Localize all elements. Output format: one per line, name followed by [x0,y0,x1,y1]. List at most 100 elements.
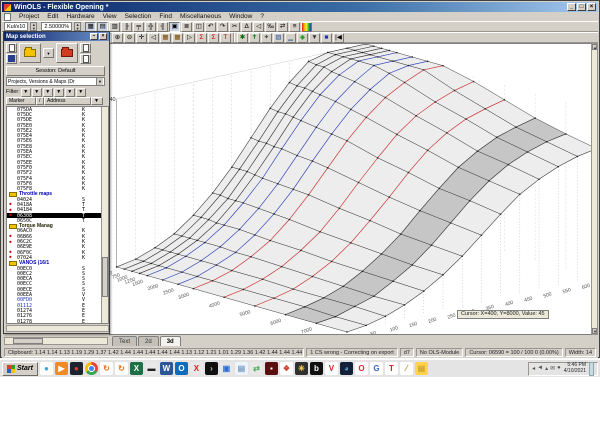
taskbar-notepad-icon[interactable]: ▤ [234,362,248,375]
list-vertical-scrollbar[interactable] [101,107,108,323]
menu-item-miscellaneous[interactable]: Miscellaneous [176,13,225,20]
taskbar-red-v-icon[interactable]: V [324,362,338,375]
view-vertical-scrollbar[interactable]: ▲ ▼ [591,43,598,335]
lock-icon[interactable]: ✦ [261,32,272,43]
start-button[interactable]: Start [2,361,38,376]
taskbar-folders-icon[interactable]: ▣ [219,362,233,375]
combo-icon[interactable]: ▼ [309,32,320,43]
filter-button-6[interactable]: ▼ [75,87,86,97]
taskbar-opera-icon[interactable]: O [354,362,368,375]
filter-button-2[interactable]: ▼ [31,87,42,97]
zoom-out-icon[interactable]: ⊖ [124,32,135,43]
column-address[interactable]: Address [44,97,91,105]
scope-dropdown[interactable]: Projects, Versions & Maps (Dr ▼ [6,77,105,86]
taskbar-terminal-icon[interactable]: › [204,362,218,375]
taskbar-media-player-icon[interactable]: ▶ [54,362,68,375]
pointer-icon[interactable]: ✛ [136,32,147,43]
menu-item-[interactable]: ? [256,13,268,20]
sigma-red-icon[interactable]: Σ [196,32,207,43]
camera2-icon[interactable]: ▦ [172,32,183,43]
taskbar-swirl-orange2-icon[interactable]: ↻ [114,362,128,375]
taskbar-sticky-notes-icon[interactable]: ▤ [414,362,428,375]
taskbar-photos-icon[interactable]: ❖ [279,362,293,375]
list-icon[interactable]: ≡ [289,21,301,32]
map-window-icon[interactable]: ▣ [169,21,181,32]
axis-right-icon[interactable]: ╢ [157,21,169,32]
panel-close-button[interactable]: × [99,33,107,40]
green-icon[interactable]: ◆ [297,32,308,43]
sigma-icon[interactable]: Σ [208,32,219,43]
percent-icon[interactable]: ‰ [265,21,277,32]
swap-icon[interactable]: ⇄ [277,21,289,32]
map-3d-view[interactable]: 1400501001502002503003504004505005506006… [109,43,594,335]
taskbar-g-circle-icon[interactable]: G [369,362,383,375]
taskbar-b-circle-icon[interactable]: b [309,362,323,375]
target-icon[interactable]: ✝ [249,32,260,43]
taskbar-drop-icon[interactable]: ● [39,362,53,375]
percent-spinner[interactable]: ▲ ▼ [74,22,82,31]
menu-item-selection[interactable]: Selection [121,13,156,20]
tray-app-icon[interactable]: ● [557,365,561,372]
taskbar-chrome-icon[interactable] [84,362,98,375]
new-project-button[interactable] [6,42,17,53]
axis-both-icon[interactable]: ╬ [145,21,157,32]
text-red-icon[interactable]: T [220,32,231,43]
multiply-icon[interactable]: ✂ [229,21,241,32]
taskbar-stapler-icon[interactable]: ▬ [144,362,158,375]
taskbar-dark-red-tool-icon[interactable]: ▪ [264,362,278,375]
columns-icon[interactable]: ◫ [193,21,205,32]
scroll-thumb[interactable] [102,257,108,297]
undo-icon[interactable]: ↶ [205,21,217,32]
compare-icon[interactable]: ◁ [253,21,265,32]
taskbar-remote-icon[interactable]: ⇄ [249,362,263,375]
tab-3d[interactable]: 3d [159,335,181,346]
taskbar-excel-icon[interactable]: X [129,362,143,375]
column-slash[interactable]: / [36,97,44,105]
factor-spinner[interactable]: ▲ ▼ [30,22,38,31]
tray-msg-icon[interactable]: ✉ [550,365,555,372]
percent-field[interactable]: 2.50000% [41,22,73,31]
tab-text[interactable]: Text [112,335,138,346]
taskbar-wrench-icon[interactable]: ⁄ [399,362,413,375]
map-list-icon[interactable]: ≣ [181,21,193,32]
taskbar-word-icon[interactable]: W [159,362,173,375]
factor-field[interactable]: Kul/x10 [4,22,29,31]
tab-2d[interactable]: 2d [138,335,159,346]
back-icon[interactable]: ◁ [148,32,159,43]
import-file-button[interactable] [56,43,78,63]
minimize-button[interactable]: _ [567,3,576,11]
column-sort-icon[interactable]: ▼ [91,97,103,105]
map-list[interactable]: 075DA K 075DC K 075DE K 075E0 K 075E2 K 075E4 K 075E… [6,106,109,324]
export-button[interactable] [80,42,91,53]
menu-item-window[interactable]: Window [225,13,256,20]
scroll-up-icon[interactable]: ▲ [592,44,597,50]
filter-button-1[interactable]: ▼ [20,87,31,97]
throttle-map-surface[interactable]: 1400501001502002503003504004505005506006… [110,44,594,335]
menu-item-hardware[interactable]: Hardware [62,13,98,20]
filter-button-4[interactable]: ▼ [53,87,64,97]
tray-net-icon[interactable]: ◂ [532,365,535,372]
taskbar-no-entry-icon[interactable]: ● [69,362,83,375]
menu-item-edit[interactable]: Edit [43,13,62,20]
panel-title-bar[interactable]: Map selection ▪ × [4,32,109,41]
chevron-down-icon[interactable]: ▼ [96,78,103,85]
delete-button[interactable] [80,53,91,64]
menu-item-view[interactable]: View [99,13,121,20]
panel-scrollbar[interactable] [4,336,108,345]
keys-icon[interactable]: ✱ [237,32,248,43]
panel-horizontal-scrollbar[interactable] [6,325,109,332]
scroll-down-icon[interactable]: ▼ [592,328,597,334]
delta-icon[interactable]: Δ [241,21,253,32]
camera-icon[interactable]: ▦ [160,32,171,43]
save-project-button[interactable] [6,53,17,64]
play-icon[interactable]: ▷ [184,32,195,43]
menu-item-find[interactable]: Find [155,13,176,20]
taskbar-outlook-icon[interactable]: O [174,362,188,375]
folder-blue-icon[interactable]: ▨ [273,32,284,43]
axis-top-icon[interactable]: ╤ [133,21,145,32]
zoom-in-icon[interactable]: ⊕ [112,32,123,43]
taskbar-gallery-icon[interactable]: ✳ [294,362,308,375]
menu-item-project[interactable]: Project [15,13,43,20]
panel-pin-button[interactable]: ▪ [90,33,98,40]
redo-icon[interactable]: ↷ [217,21,229,32]
